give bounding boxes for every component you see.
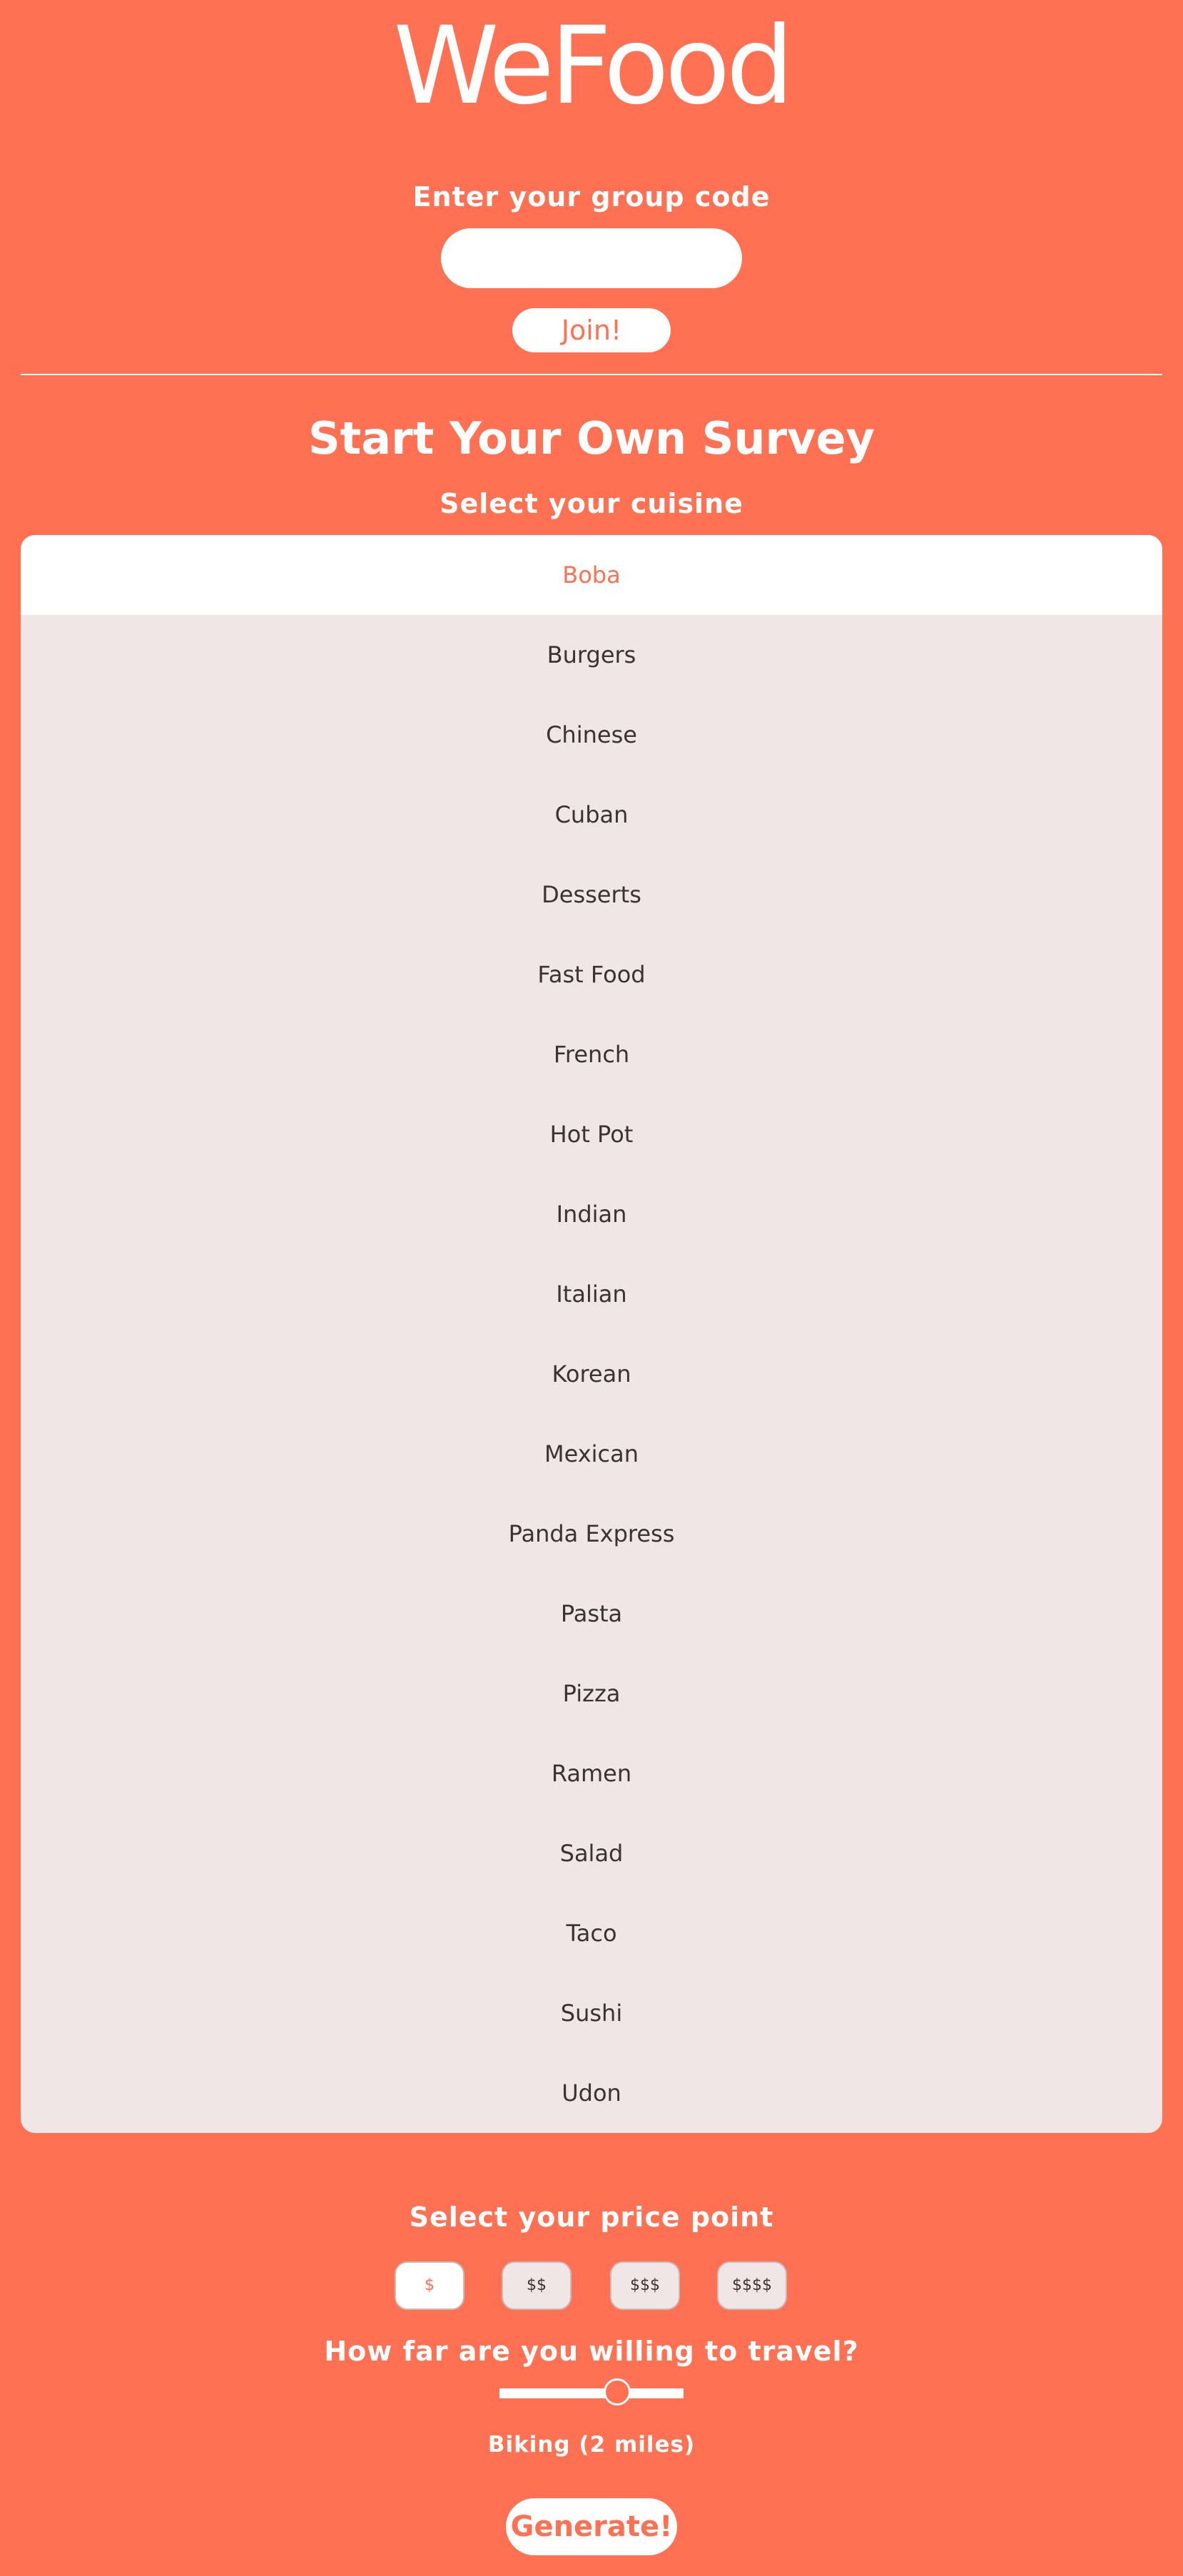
section-divider — [21, 374, 1162, 375]
cuisine-item-salad[interactable]: Salad — [21, 1813, 1162, 1893]
price-button-2[interactable]: $$ — [502, 2261, 572, 2310]
cuisine-item-udon[interactable]: Udon — [21, 2053, 1162, 2133]
travel-value: Biking (2 miles) — [487, 2432, 696, 2458]
cuisine-item-burgers[interactable]: Burgers — [21, 615, 1162, 695]
cuisine-item-mexican[interactable]: Mexican — [21, 1414, 1162, 1494]
cuisine-item-italian[interactable]: Italian — [21, 1254, 1162, 1334]
cuisine-item-hot-pot[interactable]: Hot Pot — [21, 1094, 1162, 1174]
price-button-4[interactable]: $$$$ — [717, 2261, 787, 2310]
cuisine-item-chinese[interactable]: Chinese — [21, 695, 1162, 775]
cuisine-item-french[interactable]: French — [21, 1014, 1162, 1094]
cuisine-item-desserts[interactable]: Desserts — [21, 855, 1162, 935]
travel-slider[interactable] — [499, 2378, 684, 2406]
generate-button[interactable]: Generate! — [506, 2498, 677, 2555]
cuisine-item-panda-express[interactable]: Panda Express — [21, 1494, 1162, 1574]
cuisine-item-pizza[interactable]: Pizza — [21, 1654, 1162, 1734]
price-label: Select your price point — [409, 2201, 774, 2233]
cuisine-item-pasta[interactable]: Pasta — [21, 1574, 1162, 1654]
cuisine-item-korean[interactable]: Korean — [21, 1334, 1162, 1414]
price-button-1[interactable]: $ — [395, 2261, 464, 2310]
group-code-label: Enter your group code — [412, 181, 771, 213]
cuisine-item-fast-food[interactable]: Fast Food — [21, 935, 1162, 1014]
group-code-input[interactable] — [441, 228, 742, 288]
cuisine-item-boba[interactable]: Boba — [21, 535, 1162, 615]
app-logo: WeFood — [393, 4, 794, 128]
travel-slider-thumb[interactable] — [604, 2378, 631, 2406]
cuisine-item-cuban[interactable]: Cuban — [21, 775, 1162, 855]
cuisine-item-indian[interactable]: Indian — [21, 1174, 1162, 1254]
cuisine-label: Select your cuisine — [440, 488, 743, 519]
price-button-3[interactable]: $$$ — [610, 2261, 680, 2310]
cuisine-item-taco[interactable]: Taco — [21, 1893, 1162, 1973]
cuisine-item-sushi[interactable]: Sushi — [21, 1973, 1162, 2053]
join-button[interactable]: Join! — [512, 308, 671, 352]
travel-label: How far are you willing to travel? — [324, 2336, 859, 2367]
survey-title: Start Your Own Survey — [308, 412, 875, 464]
cuisine-list: Boba Burgers Chinese Cuban Desserts Fast… — [21, 535, 1162, 2133]
cuisine-item-ramen[interactable]: Ramen — [21, 1734, 1162, 1813]
